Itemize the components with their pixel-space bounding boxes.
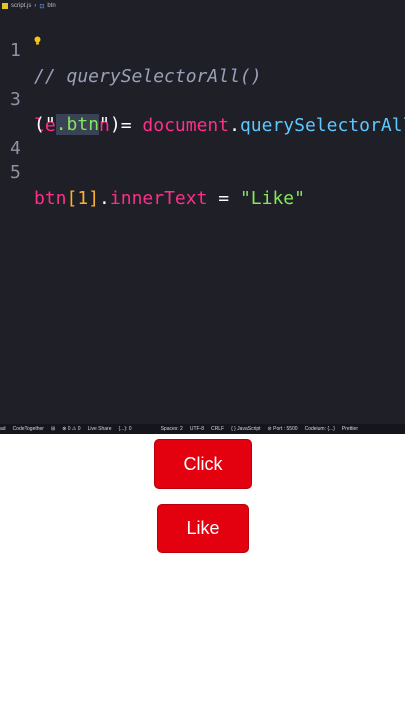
- breadcrumb-file[interactable]: script.js: [11, 3, 31, 9]
- status-codeium[interactable]: Codeium: {...}: [305, 426, 335, 432]
- bracket-close: ]: [88, 188, 100, 209]
- status-bar: ad CodeTogether ⊞ ⊗ 0 ⚠ 0 Live Share {..…: [0, 424, 405, 434]
- status-problems[interactable]: ⊗ 0 ⚠ 0: [62, 426, 80, 432]
- dot: .: [229, 115, 240, 136]
- status-item[interactable]: ad: [0, 426, 6, 432]
- bracket-open: [: [66, 188, 78, 209]
- status-port[interactable]: ⊘ Port : 5500: [268, 426, 298, 432]
- status-live-share[interactable]: Live Share: [88, 426, 112, 432]
- method-queryselectorall: querySelectorAll: [239, 115, 405, 136]
- property-innertext: innerText: [109, 188, 208, 209]
- code-line-4[interactable]: 4: [0, 110, 43, 159]
- string-like: "Like": [239, 188, 305, 209]
- variable-btn: btn: [34, 188, 67, 209]
- close-paren: "): [99, 114, 121, 135]
- click-button[interactable]: Click: [154, 439, 252, 489]
- variable-icon: ⊡: [39, 3, 45, 10]
- status-codetogether[interactable]: CodeTogether: [13, 426, 44, 432]
- status-grid-icon[interactable]: ⊞: [51, 426, 55, 432]
- status-language[interactable]: { } JavaScript: [231, 426, 260, 432]
- code-line-5[interactable]: 5 btn[1].innerText = "Like": [0, 134, 305, 209]
- lightbulb-icon[interactable]: [34, 36, 41, 45]
- chevron-right-icon: ›: [34, 3, 37, 9]
- object-document: document: [142, 115, 230, 136]
- code-line-3[interactable]: 3 let btn = document.querySelectorAll: [0, 61, 405, 136]
- assign-operator: =: [207, 188, 240, 209]
- index-number: 1: [77, 188, 89, 209]
- string-selector: .btn: [55, 114, 100, 135]
- code-line-1[interactable]: 1 // querySelectorAll(): [0, 12, 262, 87]
- breadcrumb: script.js › ⊡ btn: [0, 0, 405, 12]
- status-eol[interactable]: CRLF: [211, 426, 224, 432]
- code-line-3-wrap[interactable]: (".btn"): [0, 86, 121, 135]
- dot: .: [99, 188, 110, 209]
- code-editor[interactable]: script.js › ⊡ btn 1 // querySelectorAll(…: [0, 0, 405, 433]
- like-button[interactable]: Like: [157, 504, 249, 553]
- status-encoding[interactable]: UTF-8: [190, 426, 204, 432]
- line-number: 5: [10, 162, 21, 183]
- status-prettier[interactable]: Prettier: [342, 426, 358, 432]
- javascript-file-icon: [2, 3, 8, 9]
- breadcrumb-symbol[interactable]: btn: [47, 3, 55, 9]
- status-brackets[interactable]: {...}: 0: [119, 426, 132, 432]
- comment: // querySelectorAll(): [34, 66, 262, 87]
- status-spaces[interactable]: Spaces: 2: [161, 426, 183, 432]
